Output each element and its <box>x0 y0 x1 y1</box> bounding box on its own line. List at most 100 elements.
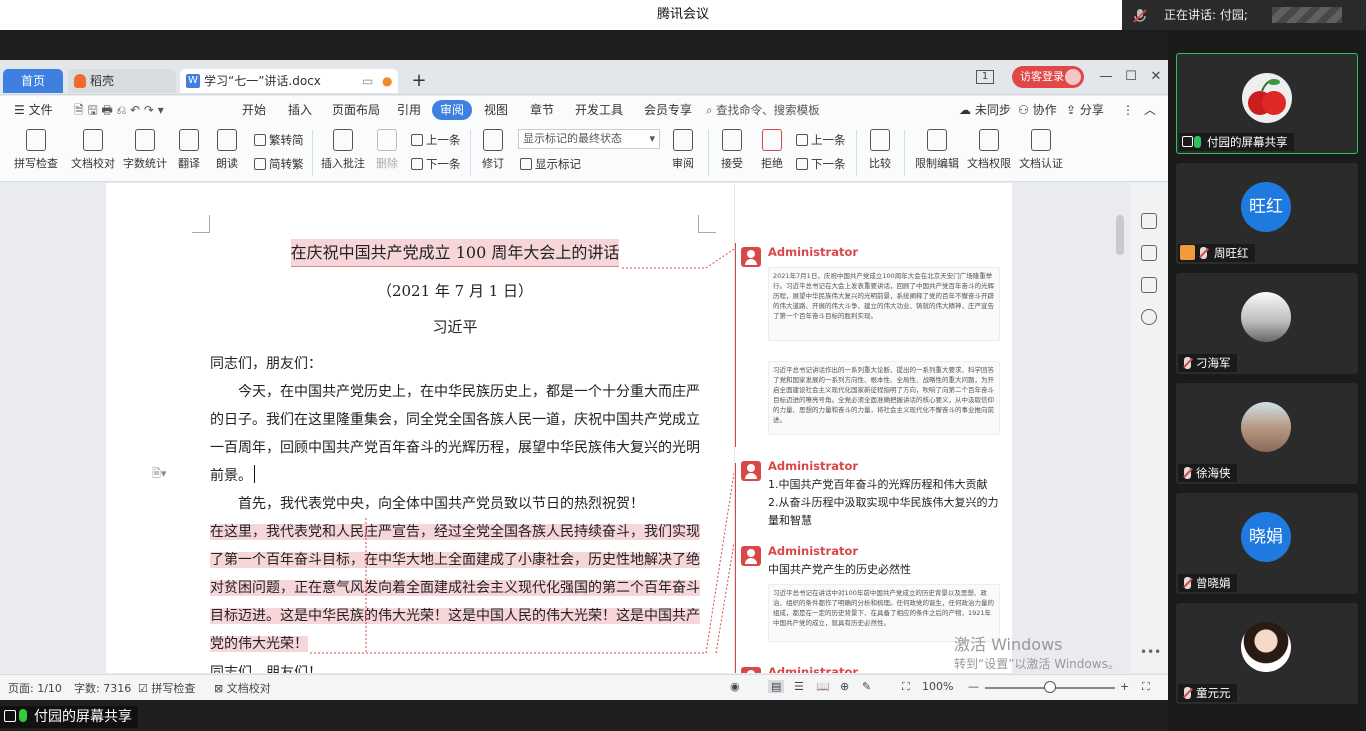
pointer-icon[interactable] <box>1141 245 1157 261</box>
eye-protect-icon[interactable]: ◉ <box>730 680 740 693</box>
menu-layout[interactable]: 页面布局 <box>328 100 384 120</box>
comment-card[interactable]: Administrator 1.中国共产党百年奋斗的光辉历程和伟大贡献 2.从奋… <box>741 459 1003 531</box>
participant-name: 童元元 <box>1196 686 1231 700</box>
proof-status[interactable]: ⊠ 文档校对 <box>214 680 271 696</box>
word-count-status[interactable]: 字数: 7316 <box>74 680 131 696</box>
participant-tile[interactable]: 晓娟 曾晓娟 <box>1176 493 1358 594</box>
revise-button[interactable]: 修订 <box>476 126 510 178</box>
read-aloud-button[interactable]: 朗读 <box>210 126 244 178</box>
markup-mode-select[interactable]: 显示标记的最终状态 ▾ <box>518 129 660 149</box>
more-icon[interactable]: ⋮ <box>1118 100 1138 120</box>
visitor-login-button[interactable]: 访客登录 <box>1012 66 1084 88</box>
to-traditional-button[interactable]: 简转繁 <box>254 154 304 174</box>
accept-button[interactable]: 接受 <box>714 126 750 178</box>
minimize-button[interactable]: — <box>1096 67 1116 87</box>
review-pane-button[interactable]: 审阅 <box>664 126 702 178</box>
comment-card[interactable]: Administrator 2021年7月1日，庆祝中国共产党成立100周年大会… <box>741 245 1003 445</box>
participant-tile[interactable]: 刁海军 <box>1176 273 1358 374</box>
zoom-out-button[interactable]: — <box>968 680 979 693</box>
reject-button[interactable]: 拒绝 <box>754 126 790 178</box>
new-tab-button[interactable]: + <box>408 70 430 92</box>
doc-cert-label: 文档认证 <box>1019 157 1063 170</box>
shared-screen-top-band <box>0 30 1170 60</box>
tab-bar: 首页 稻壳 W 学习“七一”讲话.docx ▭ ● + 1 访客登录 — ☐ ✕ <box>0 60 1168 95</box>
restrict-edit-button[interactable]: 限制编辑 <box>912 126 962 178</box>
participant-tile[interactable]: 徐海侠 <box>1176 383 1358 484</box>
menu-developer[interactable]: 开发工具 <box>571 100 627 120</box>
word-count-button[interactable]: 字数统计 <box>121 126 169 178</box>
participants-panel: 付园的屏幕共享 旺红 周旺红 刁海军 徐海侠 晓娟 曾晓娟 童元元 <box>1168 30 1366 731</box>
zoom-in-button[interactable]: + <box>1120 680 1129 693</box>
quick-access-icons[interactable]: 🗎 🖫 🖶 ⎌ ↶ ↷ ▾ <box>70 100 168 120</box>
vertical-scrollbar[interactable] <box>1112 183 1128 673</box>
menu-chapter[interactable]: 章节 <box>526 100 558 120</box>
page-view-icon[interactable]: ▤ <box>768 680 785 693</box>
marks-icon <box>520 158 532 170</box>
menu-review[interactable]: 审阅 <box>432 100 473 120</box>
show-marks-button[interactable]: 显示标记 <box>520 154 581 174</box>
participant-tile[interactable]: 付园的屏幕共享 <box>1176 53 1358 154</box>
tab-home[interactable]: 首页 <box>3 69 63 93</box>
doc-cert-button[interactable]: 文档认证 <box>1016 126 1066 178</box>
menu-view[interactable]: 视图 <box>480 100 512 120</box>
doc-permission-button[interactable]: 文档权限 <box>964 126 1014 178</box>
tab-popout-icon[interactable]: ▭ <box>362 69 373 93</box>
compare-icon <box>870 129 890 151</box>
menu-start[interactable]: 开始 <box>238 100 270 120</box>
fit-page-icon[interactable]: ⛶ <box>902 680 910 694</box>
fullscreen-icon[interactable]: ⛶ <box>1142 680 1150 694</box>
web-view-icon[interactable]: ⊕ <box>840 680 849 693</box>
person-icon: ⚇ <box>1018 103 1033 117</box>
spellcheck-status[interactable]: ☑ 拼写检查 <box>138 680 195 696</box>
translate-button[interactable]: 翻译 <box>172 126 206 178</box>
write-view-icon[interactable]: ✎ <box>862 680 871 693</box>
tab-document-label: 学习“七一”讲话.docx <box>204 74 321 88</box>
translate-icon <box>179 129 199 151</box>
spellcheck-label: 拼写检查 <box>14 157 58 170</box>
menu-file[interactable]: ☰ 文件 <box>10 100 57 120</box>
zoom-level[interactable]: 100% <box>922 680 953 693</box>
maximize-button[interactable]: ☐ <box>1121 67 1141 87</box>
tab-document[interactable]: W 学习“七一”讲话.docx ▭ ● <box>180 69 398 93</box>
settings-sliders-icon[interactable] <box>1141 277 1157 293</box>
help-icon[interactable] <box>1141 309 1157 325</box>
insert-comment-button[interactable]: 插入批注 <box>320 126 366 178</box>
reading-view-icon[interactable]: 📖 <box>816 680 830 693</box>
document-page[interactable]: 在庆祝中国共产党成立 100 周年大会上的讲话 （2021 年 7 月 1 日）… <box>106 183 734 673</box>
sync-status[interactable]: ☁ 未同步 <box>955 100 1015 120</box>
compare-button[interactable]: 比较 <box>862 126 898 178</box>
spellcheck-button[interactable]: 拼写检查 <box>8 126 64 178</box>
outline-view-icon[interactable]: ☰ <box>794 680 804 693</box>
delete-comment-button[interactable]: 删除 <box>370 126 404 178</box>
proof-status-label: 文档校对 <box>226 682 271 695</box>
collapse-ribbon-icon[interactable]: ︿ <box>1140 100 1160 120</box>
insert-comment-label: 插入批注 <box>321 157 365 170</box>
word-count-icon <box>135 129 155 151</box>
proof-status-icon: ⊠ <box>214 682 227 695</box>
participant-tile[interactable]: 童元元 <box>1176 603 1358 704</box>
menu-member[interactable]: 会员专享 <box>640 100 696 120</box>
pen-icon[interactable] <box>1141 213 1157 229</box>
doc-proof-button[interactable]: 文档校对 <box>68 126 118 178</box>
participant-name: 刁海军 <box>1196 356 1231 370</box>
menu-references[interactable]: 引用 <box>393 100 425 120</box>
comment-group-bar <box>735 463 736 673</box>
scroll-thumb[interactable] <box>1116 215 1124 255</box>
menu-insert[interactable]: 插入 <box>284 100 316 120</box>
page-status[interactable]: 页面: 1/10 <box>8 680 62 696</box>
collab-button[interactable]: ⚇ 协作 <box>1014 100 1061 120</box>
prev-comment-button[interactable]: 上一条 <box>411 130 461 150</box>
next-icon <box>411 158 423 170</box>
search-command[interactable]: ⌕ 查找命令、搜索模板 <box>706 100 826 120</box>
tab-daoke[interactable]: 稻壳 <box>68 69 176 93</box>
next-change-button[interactable]: 下一条 <box>796 154 846 174</box>
prev-change-button[interactable]: 上一条 <box>796 130 846 150</box>
zoom-slider-knob[interactable] <box>1044 681 1056 693</box>
next-comment-button[interactable]: 下一条 <box>411 154 461 174</box>
to-simplified-button[interactable]: 繁转简 <box>254 130 304 150</box>
share-button[interactable]: ⇪ 分享 <box>1062 100 1108 120</box>
page-indicator-button[interactable]: 1 <box>976 70 994 84</box>
screen-share-label: 付园的屏幕共享 <box>0 706 138 728</box>
close-button[interactable]: ✕ <box>1146 67 1166 87</box>
participant-tile[interactable]: 旺红 周旺红 <box>1176 163 1358 264</box>
